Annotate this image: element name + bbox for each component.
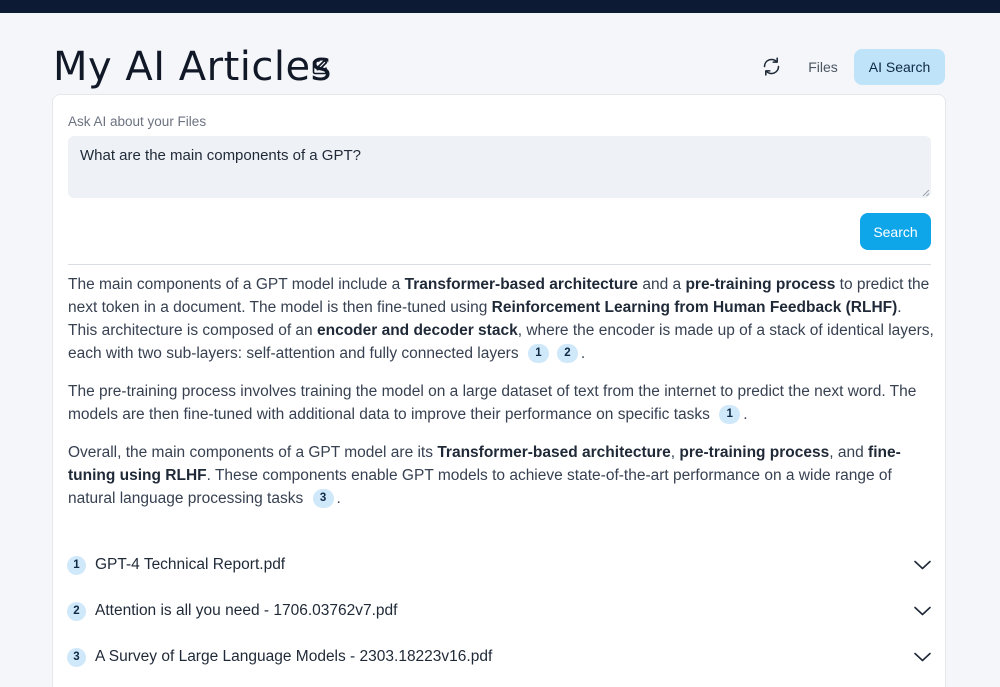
chevron-down-icon[interactable] xyxy=(914,652,931,662)
files-tab[interactable]: Files xyxy=(798,50,848,84)
divider xyxy=(68,264,931,265)
bold-text: Reinforcement Learning from Human Feedba… xyxy=(491,299,898,316)
source-item[interactable]: 3 A Survey of Large Language Models - 23… xyxy=(67,642,931,672)
citation-badge[interactable]: 2 xyxy=(556,344,578,364)
source-item[interactable]: 1 GPT-4 Technical Report.pdf xyxy=(67,550,931,580)
bold-text: pre-training process xyxy=(679,444,830,461)
source-item[interactable]: 2 Attention is all you need - 1706.03762… xyxy=(67,596,931,626)
answer-text: . xyxy=(336,490,341,507)
bold-text: Transformer-based architecture xyxy=(404,276,639,293)
resize-handle-icon[interactable] xyxy=(922,189,930,197)
bold-text: encoder and decoder stack xyxy=(316,322,518,339)
source-number-badge: 3 xyxy=(67,647,86,667)
answer-text: . xyxy=(743,406,748,423)
chevron-down-icon[interactable] xyxy=(914,606,931,616)
answer-paragraph: The main components of a GPT model inclu… xyxy=(68,273,934,365)
citation-badge[interactable]: 1 xyxy=(719,405,741,425)
source-filename: Attention is all you need - 1706.03762v7… xyxy=(95,602,398,619)
edit-icon[interactable] xyxy=(311,58,329,76)
bold-text: Transformer-based architecture xyxy=(437,444,671,461)
ai-search-tab[interactable]: AI Search xyxy=(854,49,945,85)
citation-badge[interactable]: 1 xyxy=(527,344,549,364)
top-bar xyxy=(0,0,1000,13)
answer-text: . xyxy=(580,345,586,362)
answer-paragraph: Overall, the main components of a GPT mo… xyxy=(68,441,934,510)
answer-text: , and xyxy=(829,444,869,461)
refresh-icon[interactable] xyxy=(761,56,782,77)
source-filename: A Survey of Large Language Models - 2303… xyxy=(95,648,493,665)
source-number-badge: 1 xyxy=(67,555,86,575)
ask-ai-label: Ask AI about your Files xyxy=(68,114,207,129)
source-filename: GPT-4 Technical Report.pdf xyxy=(95,556,286,573)
bold-text: pre-training process xyxy=(685,276,836,293)
citation-badge[interactable]: 3 xyxy=(312,489,334,509)
query-input[interactable]: What are the main components of a GPT? xyxy=(68,136,931,198)
answer-text: The main components of a GPT model inclu… xyxy=(68,276,405,293)
ai-answer: The main components of a GPT model inclu… xyxy=(68,273,934,525)
source-number-badge: 2 xyxy=(67,601,86,621)
page-title: My AI Articles xyxy=(53,44,332,90)
ai-search-panel: Ask AI about your Files What are the mai… xyxy=(52,94,946,687)
answer-text: The pre-training process involves traini… xyxy=(68,383,917,423)
chevron-down-icon[interactable] xyxy=(914,560,931,570)
answer-text: Overall, the main components of a GPT mo… xyxy=(68,444,438,461)
answer-paragraph: The pre-training process involves traini… xyxy=(68,380,934,426)
answer-text: and a xyxy=(638,276,686,293)
search-button[interactable]: Search xyxy=(860,213,931,250)
